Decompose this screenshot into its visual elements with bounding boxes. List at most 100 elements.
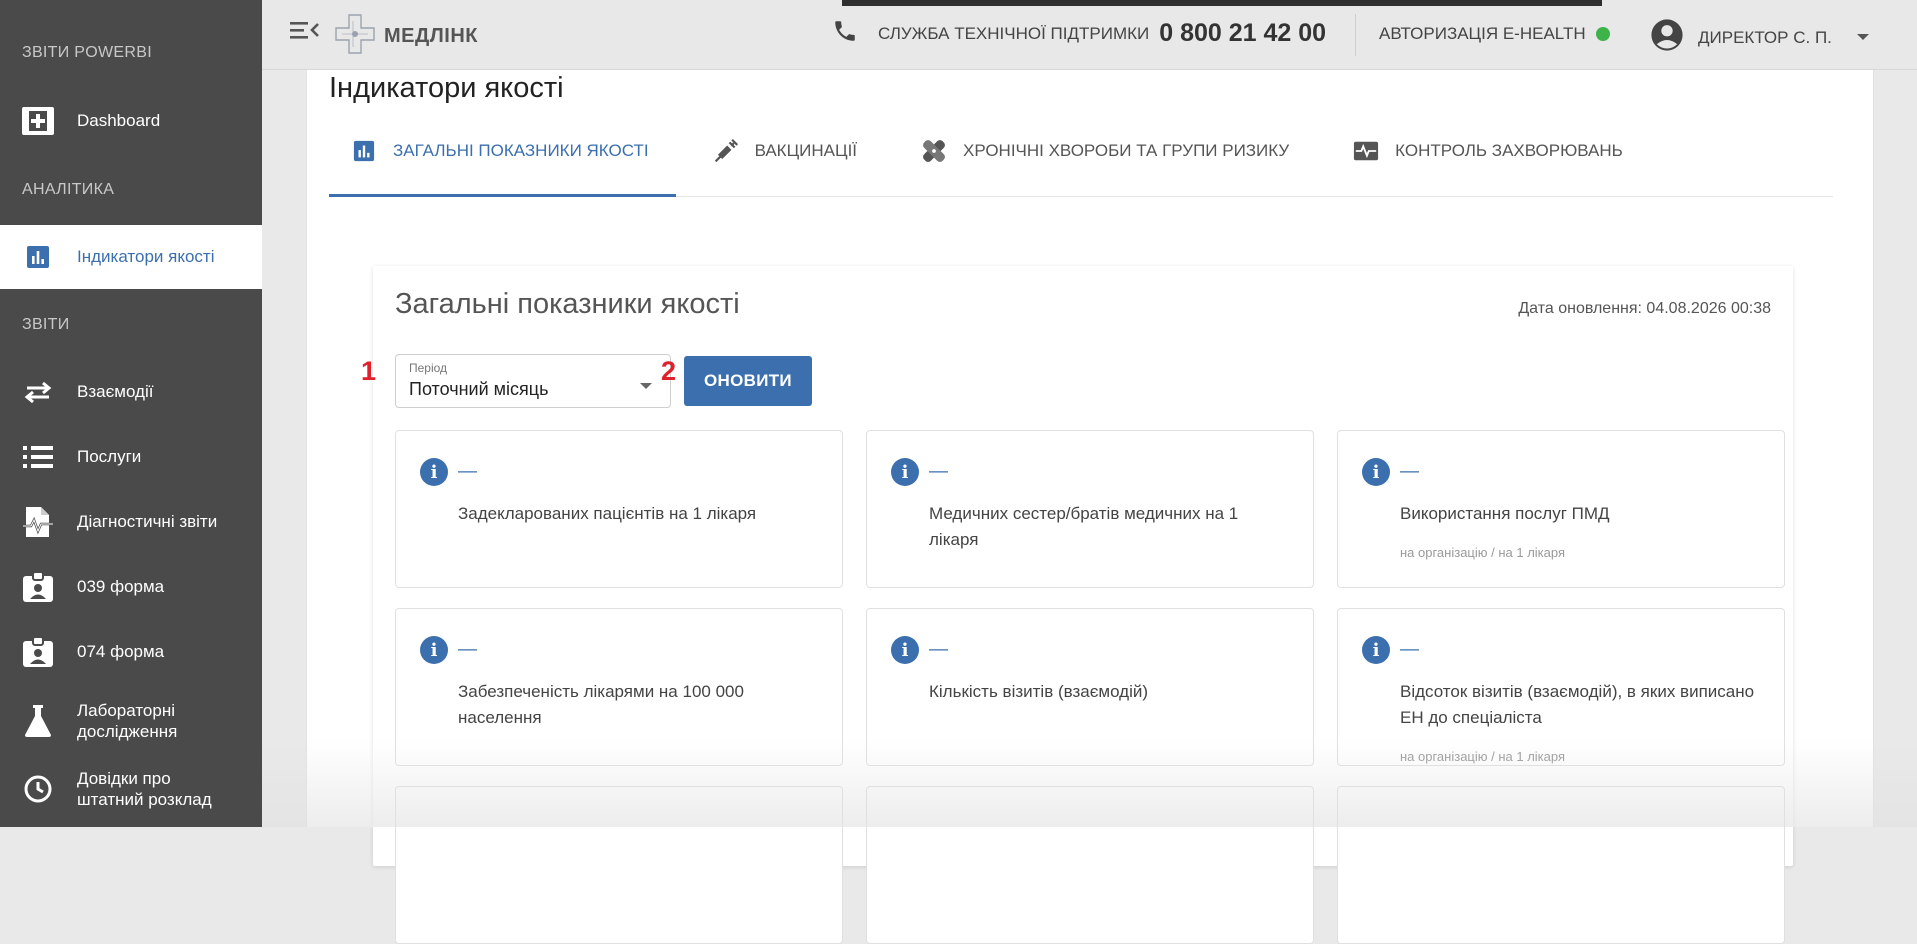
info-icon[interactable]: i bbox=[1362, 458, 1390, 486]
indicator-card: i — Задекларованих пацієнтів на 1 лікаря bbox=[395, 430, 843, 588]
sidebar-item-form-074[interactable]: 074 форма bbox=[0, 621, 262, 683]
sidebar-item-form-039[interactable]: 039 форма bbox=[0, 556, 262, 618]
sidebar-section-powerbi: ЗВІТИ POWERBI bbox=[22, 44, 152, 61]
sidebar-item-diagnostic-reports[interactable]: Діагностичні звіти bbox=[0, 491, 262, 553]
period-select-label: Період bbox=[409, 361, 448, 375]
tab-label: ХРОНІЧНІ ХВОРОБИ ТА ГРУПИ РИЗИКУ bbox=[963, 141, 1290, 160]
indicator-title: Задекларованих пацієнтів на 1 лікаря bbox=[458, 504, 757, 523]
panel-title: Загальні показники якості bbox=[395, 288, 740, 320]
period-select-value: Поточний місяць bbox=[409, 379, 549, 399]
sidebar-item-label: Довідки про штатний розклад bbox=[77, 768, 212, 809]
swap-arrows-icon bbox=[20, 374, 56, 410]
sidebar-item-label: Індикатори якості bbox=[77, 247, 215, 267]
bandage-icon bbox=[921, 138, 947, 164]
sidebar-section-reports: ЗВІТИ bbox=[22, 316, 70, 333]
info-icon[interactable]: i bbox=[891, 636, 919, 664]
indicator-card bbox=[395, 786, 843, 944]
sidebar-item-label: Лабораторні дослідження bbox=[77, 700, 178, 741]
sidebar-item-label: 074 форма bbox=[77, 642, 165, 662]
info-icon[interactable]: i bbox=[891, 458, 919, 486]
user-menu[interactable]: ДИРЕКТОР С. П. bbox=[1650, 18, 1870, 57]
info-icon[interactable]: i bbox=[420, 458, 448, 486]
refresh-button[interactable]: ОНОВИТИ bbox=[684, 356, 812, 406]
clock-icon bbox=[20, 771, 56, 807]
annotation-marker-2: 2 bbox=[661, 356, 677, 386]
header-divider bbox=[1355, 14, 1356, 56]
indicator-title: Забезпеченість лікарями на 100 000 насел… bbox=[458, 682, 744, 727]
monitor-pulse-icon bbox=[1353, 138, 1379, 164]
indicator-subtitle: на організацію / на 1 лікаря bbox=[1400, 545, 1566, 560]
top-header: МЕДЛІНК СЛУЖБА ТЕХНІЧНОЇ ПІДТРИМКИ 0 800… bbox=[262, 0, 1917, 70]
sidebar-item-label: Діагностичні звіти bbox=[77, 512, 218, 532]
sidebar-item-quality-indicators[interactable]: Індикатори якості bbox=[0, 225, 262, 289]
indicator-title: Відсоток візитів (взаємодій), в яких вип… bbox=[1400, 682, 1755, 727]
document-pulse-icon bbox=[20, 504, 56, 540]
indicator-card: i — Забезпеченість лікарями на 100 000 н… bbox=[395, 608, 843, 766]
active-tab-indicator bbox=[329, 194, 676, 197]
account-circle-icon bbox=[1650, 18, 1684, 57]
indicator-card: i — Використання послуг ПМД на організац… bbox=[1337, 430, 1785, 588]
badge-icon bbox=[20, 569, 56, 605]
sidebar-item-label: Послуги bbox=[77, 447, 142, 467]
medlink-logo-icon bbox=[334, 13, 376, 60]
indicator-value: — bbox=[929, 461, 948, 482]
tab-label: ЗАГАЛЬНІ ПОКАЗНИКИ ЯКОСТІ bbox=[393, 141, 649, 160]
menu-collapse-icon[interactable] bbox=[290, 18, 320, 42]
sidebar: ЗВІТИ POWERBI Dashboard АНАЛІТИКА Індика… bbox=[0, 0, 262, 827]
indicator-title: Кількість візитів (взаємодій) bbox=[929, 682, 1148, 701]
ehealth-status-dot bbox=[1595, 27, 1610, 41]
sidebar-item-staff-schedule[interactable]: Довідки про штатний розклад bbox=[0, 758, 262, 820]
bar-chart-icon bbox=[351, 138, 377, 164]
tab-label: КОНТРОЛЬ ЗАХВОРЮВАНЬ bbox=[1395, 141, 1623, 160]
indicator-card bbox=[1337, 786, 1785, 944]
sidebar-item-label: Взаємодії bbox=[77, 382, 154, 402]
info-icon[interactable]: i bbox=[1362, 636, 1390, 664]
user-name: ДИРЕКТОР С. П. bbox=[1698, 27, 1832, 47]
support-phone[interactable]: 0 800 21 42 00 bbox=[1159, 19, 1326, 48]
sidebar-item-label: Dashboard bbox=[77, 111, 161, 131]
general-indicators-panel: Загальні показники якості Дата оновлення… bbox=[361, 266, 1793, 944]
sidebar-section-analytics: АНАЛІТИКА bbox=[22, 181, 115, 198]
page-title: Індикатори якості bbox=[329, 72, 564, 104]
support-contact: СЛУЖБА ТЕХНІЧНОЇ ПІДТРИМКИ 0 800 21 42 0… bbox=[832, 18, 1326, 49]
dropdown-arrow-icon bbox=[640, 377, 652, 395]
chevron-down-icon bbox=[1856, 29, 1870, 47]
indicator-value: — bbox=[1400, 461, 1419, 482]
sidebar-item-label: 039 форма bbox=[77, 577, 165, 597]
tab-bar: ЗАГАЛЬНІ ПОКАЗНИКИ ЯКОСТІ ВАКЦИНАЦІЇ ХРО… bbox=[329, 130, 1665, 172]
indicator-value: — bbox=[458, 461, 477, 482]
indicator-card bbox=[866, 786, 1314, 944]
tab-label: ВАКЦИНАЦІЇ bbox=[754, 141, 858, 160]
bar-chart-icon bbox=[20, 239, 56, 275]
app-logo[interactable]: МЕДЛІНК bbox=[334, 13, 478, 60]
syringe-icon bbox=[713, 138, 739, 164]
indicator-value: — bbox=[929, 639, 948, 660]
indicator-value: — bbox=[458, 639, 477, 660]
main-content: Індикатори якості ЗАГАЛЬНІ ПОКАЗНИКИ ЯКО… bbox=[306, 70, 1874, 944]
dashboard-plus-icon bbox=[20, 103, 56, 139]
sidebar-item-lab-tests[interactable]: Лабораторні дослідження bbox=[0, 690, 262, 752]
tab-disease-control[interactable]: КОНТРОЛЬ ЗАХВОРЮВАНЬ bbox=[1331, 130, 1623, 172]
indicator-title: Використання послуг ПМД bbox=[1400, 504, 1610, 523]
tab-vaccinations[interactable]: ВАКЦИНАЦІЇ bbox=[691, 130, 857, 172]
info-icon[interactable]: i bbox=[420, 636, 448, 664]
tab-general-indicators[interactable]: ЗАГАЛЬНІ ПОКАЗНИКИ ЯКОСТІ bbox=[329, 130, 649, 172]
ehealth-label: АВТОРИЗАЦІЯ E-HEALTH bbox=[1379, 24, 1586, 43]
update-date: Дата оновлення: 04.08.2026 00:38 bbox=[1518, 300, 1771, 317]
logo-text: МЕДЛІНК bbox=[384, 25, 478, 47]
indicator-card: i — Кількість візитів (взаємодій) bbox=[866, 608, 1314, 766]
indicator-card: i — Відсоток візитів (взаємодій), в яких… bbox=[1337, 608, 1785, 766]
flask-icon bbox=[20, 703, 56, 739]
tab-chronic-diseases[interactable]: ХРОНІЧНІ ХВОРОБИ ТА ГРУПИ РИЗИКУ bbox=[899, 130, 1289, 172]
sidebar-item-interactions[interactable]: Взаємодії bbox=[0, 361, 262, 423]
top-edge-bar bbox=[842, 0, 1602, 6]
indicator-subtitle: на організацію / на 1 лікаря bbox=[1400, 749, 1566, 764]
sidebar-item-services[interactable]: Послуги bbox=[0, 426, 262, 488]
sidebar-item-dashboard[interactable]: Dashboard bbox=[0, 90, 262, 152]
list-icon bbox=[20, 439, 56, 475]
support-label: СЛУЖБА ТЕХНІЧНОЇ ПІДТРИМКИ bbox=[878, 23, 1150, 43]
phone-icon bbox=[832, 18, 858, 49]
indicator-value: — bbox=[1400, 639, 1419, 660]
ehealth-status[interactable]: АВТОРИЗАЦІЯ E-HEALTH bbox=[1379, 24, 1610, 44]
period-select[interactable]: Період Поточний місяць bbox=[395, 354, 671, 408]
